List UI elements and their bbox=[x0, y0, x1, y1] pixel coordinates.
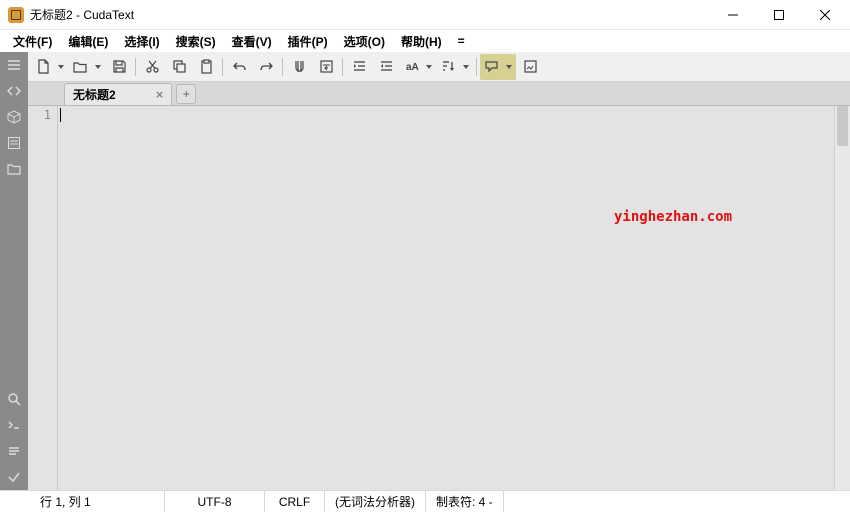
svg-text:aA: aA bbox=[406, 62, 419, 73]
toolbar-separator bbox=[220, 54, 225, 80]
menu-help[interactable]: 帮助(H) bbox=[393, 31, 450, 52]
toolbar-separator bbox=[280, 54, 285, 80]
sidebar-code-icon[interactable] bbox=[0, 78, 28, 104]
sidebar bbox=[0, 52, 28, 490]
toolbar-separator bbox=[133, 54, 138, 80]
case-button[interactable]: aA bbox=[400, 54, 436, 80]
toolbar-separator bbox=[474, 54, 479, 80]
undo-button[interactable] bbox=[226, 54, 252, 80]
paste-button[interactable] bbox=[193, 54, 219, 80]
sidebar-menu-icon[interactable] bbox=[0, 52, 28, 78]
scrollbar-thumb[interactable] bbox=[837, 106, 848, 146]
status-position[interactable]: 行 1, 列 1 bbox=[0, 491, 165, 512]
sidebar-console-icon[interactable] bbox=[0, 412, 28, 438]
open-file-button[interactable] bbox=[69, 54, 105, 80]
tab-close-icon[interactable]: × bbox=[156, 87, 164, 102]
window-controls bbox=[710, 0, 848, 30]
menu-file[interactable]: 文件(F) bbox=[5, 31, 60, 52]
main-area: aA 无标题2 × + 1 yinghezhan.com bbox=[28, 52, 850, 490]
minimap-button[interactable] bbox=[517, 54, 543, 80]
watermark-text: yinghezhan.com bbox=[614, 209, 732, 225]
menu-view[interactable]: 查看(V) bbox=[224, 31, 280, 52]
menu-edit[interactable]: 编辑(E) bbox=[60, 31, 116, 52]
comment-button[interactable] bbox=[480, 54, 516, 80]
sidebar-list-icon[interactable] bbox=[0, 130, 28, 156]
wrap-button[interactable] bbox=[313, 54, 339, 80]
redo-button[interactable] bbox=[253, 54, 279, 80]
menu-select[interactable]: 选择(I) bbox=[116, 31, 167, 52]
sidebar-search-icon[interactable] bbox=[0, 386, 28, 412]
titlebar: 无标题2 - CudaText bbox=[0, 0, 850, 30]
line-number: 1 bbox=[28, 108, 51, 122]
minimize-button[interactable] bbox=[710, 0, 756, 30]
menu-options[interactable]: 选项(O) bbox=[336, 31, 393, 52]
status-eol[interactable]: CRLF bbox=[265, 491, 325, 512]
maximize-button[interactable] bbox=[756, 0, 802, 30]
status-lexer[interactable]: (无词法分析器) bbox=[325, 491, 426, 512]
line-gutter: 1 bbox=[28, 106, 58, 490]
indent-button[interactable] bbox=[346, 54, 372, 80]
menu-plugins[interactable]: 插件(P) bbox=[280, 31, 336, 52]
tab-add-button[interactable]: + bbox=[176, 84, 196, 104]
menu-search[interactable]: 搜索(S) bbox=[168, 31, 224, 52]
editor-area: 1 yinghezhan.com bbox=[28, 106, 850, 490]
close-button[interactable] bbox=[802, 0, 848, 30]
sidebar-folder-icon[interactable] bbox=[0, 156, 28, 182]
status-encoding[interactable]: UTF-8 bbox=[165, 491, 265, 512]
app-icon bbox=[8, 7, 24, 23]
menubar: 文件(F) 编辑(E) 选择(I) 搜索(S) 查看(V) 插件(P) 选项(O… bbox=[0, 30, 850, 52]
sidebar-check-icon[interactable] bbox=[0, 464, 28, 490]
copy-button[interactable] bbox=[166, 54, 192, 80]
status-tabs[interactable]: 制表符: 4 - bbox=[426, 491, 504, 512]
vertical-scrollbar[interactable] bbox=[834, 106, 850, 490]
sort-button[interactable] bbox=[437, 54, 473, 80]
tab-label: 无标题2 bbox=[73, 86, 116, 103]
statusbar: 行 1, 列 1 UTF-8 CRLF (无词法分析器) 制表符: 4 - bbox=[0, 490, 850, 512]
editor[interactable]: yinghezhan.com bbox=[58, 106, 850, 490]
tab-active[interactable]: 无标题2 × bbox=[64, 83, 172, 105]
tabbar: 无标题2 × + bbox=[28, 82, 850, 106]
unprinted-button[interactable] bbox=[286, 54, 312, 80]
toolbar-separator bbox=[340, 54, 345, 80]
cut-button[interactable] bbox=[139, 54, 165, 80]
save-button[interactable] bbox=[106, 54, 132, 80]
workspace: aA 无标题2 × + 1 yinghezhan.com bbox=[0, 52, 850, 490]
menu-equals[interactable]: = bbox=[450, 32, 473, 50]
unindent-button[interactable] bbox=[373, 54, 399, 80]
new-file-button[interactable] bbox=[32, 54, 68, 80]
text-cursor bbox=[60, 108, 61, 122]
toolbar: aA bbox=[28, 52, 850, 82]
sidebar-output-icon[interactable] bbox=[0, 438, 28, 464]
window-title: 无标题2 - CudaText bbox=[30, 6, 710, 23]
sidebar-box-icon[interactable] bbox=[0, 104, 28, 130]
